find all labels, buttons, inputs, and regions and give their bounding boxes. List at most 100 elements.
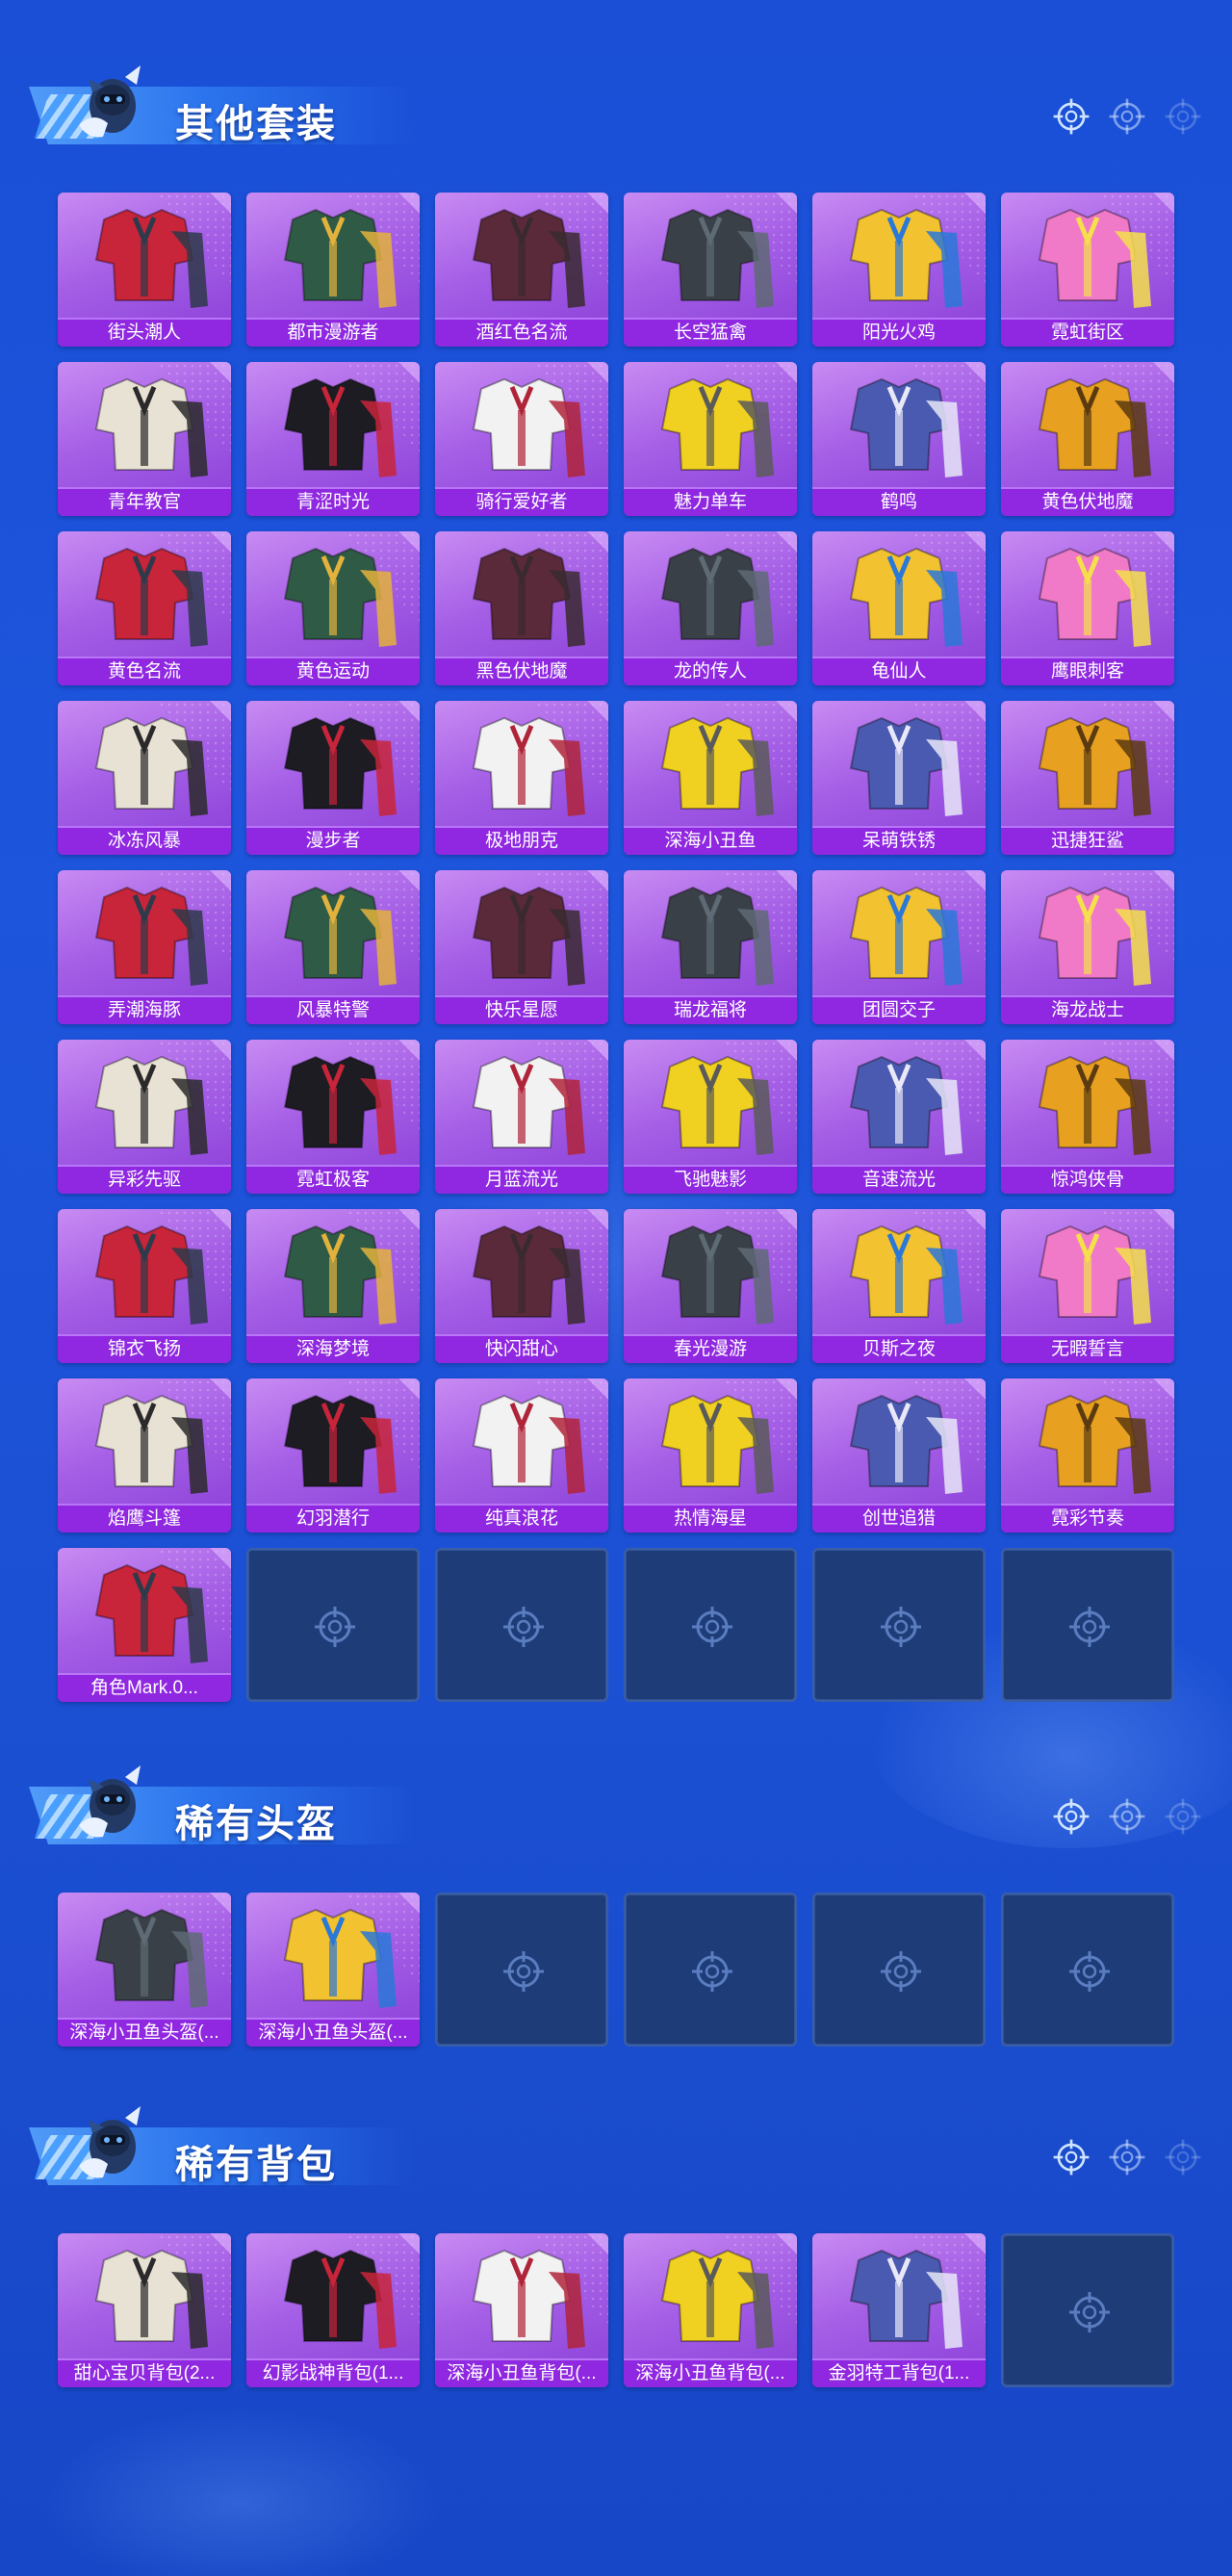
item-card[interactable]: 海龙战士 (1001, 870, 1174, 1024)
item-card[interactable]: 霓彩节奏 (1001, 1378, 1174, 1533)
item-card[interactable]: 快闪甜心 (435, 1209, 608, 1363)
item-card[interactable]: 团圆交子 (812, 870, 986, 1024)
item-label: 阳光火鸡 (812, 318, 986, 347)
item-image (849, 1224, 962, 1325)
item-image (660, 1055, 774, 1155)
item-image (1038, 886, 1151, 986)
crosshair-icon (692, 1607, 732, 1647)
mascot-icon (79, 1765, 141, 1838)
item-card[interactable]: 鹤鸣 (812, 362, 986, 516)
crosshair-icon (1165, 2139, 1201, 2176)
crosshair-icon (1165, 98, 1201, 135)
item-card[interactable]: 龙的传人 (624, 531, 797, 685)
item-card[interactable]: 无暇誓言 (1001, 1209, 1174, 1363)
item-card[interactable]: 创世追猎 (812, 1378, 986, 1533)
item-card[interactable]: 冰冻风暴 (58, 701, 231, 855)
item-image (283, 377, 397, 477)
item-label: 快乐星愿 (435, 995, 608, 1024)
item-card[interactable]: 青年教官 (58, 362, 231, 516)
item-card[interactable]: 骑行爱好者 (435, 362, 608, 516)
item-label: 霓虹街区 (1001, 318, 1174, 347)
item-card[interactable]: 漫步者 (246, 701, 420, 855)
item-image (660, 716, 774, 816)
item-card[interactable]: 纯真浪花 (435, 1378, 608, 1533)
item-card[interactable]: 深海梦境 (246, 1209, 420, 1363)
item-card[interactable]: 都市漫游者 (246, 193, 420, 347)
item-card[interactable]: 深海小丑鱼头盔(... (246, 1893, 420, 2047)
item-card[interactable]: 阳光火鸡 (812, 193, 986, 347)
item-image (660, 377, 774, 477)
item-image (283, 1394, 397, 1494)
section-title: 稀有背包 (175, 2144, 337, 2186)
item-image (660, 208, 774, 308)
item-card[interactable]: 锦衣飞扬 (58, 1209, 231, 1363)
item-card[interactable]: 霓虹街区 (1001, 193, 1174, 347)
item-image (660, 1224, 774, 1325)
crosshair-icon (1069, 1607, 1110, 1647)
item-image (1038, 1055, 1151, 1155)
item-card[interactable]: 深海小丑鱼背包(... (435, 2233, 608, 2387)
item-card[interactable]: 深海小丑鱼 (624, 701, 797, 855)
item-image (1038, 1394, 1151, 1494)
item-image (94, 1055, 208, 1155)
item-image (849, 547, 962, 647)
item-label: 龙的传人 (624, 657, 797, 685)
item-card[interactable]: 飞驰魅影 (624, 1040, 797, 1194)
item-card[interactable]: 贝斯之夜 (812, 1209, 986, 1363)
item-card[interactable]: 幻影战神背包(1... (246, 2233, 420, 2387)
item-card[interactable]: 焰鹰斗篷 (58, 1378, 231, 1533)
item-card[interactable]: 龟仙人 (812, 531, 986, 685)
item-image (94, 886, 208, 986)
item-card[interactable]: 音速流光 (812, 1040, 986, 1194)
item-label: 深海梦境 (246, 1334, 420, 1363)
item-label: 贝斯之夜 (812, 1334, 986, 1363)
item-card[interactable]: 呆萌铁锈 (812, 701, 986, 855)
crosshair-icon (503, 1607, 544, 1647)
item-card[interactable]: 深海小丑鱼背包(... (624, 2233, 797, 2387)
item-label: 青涩时光 (246, 487, 420, 516)
section-rare-helmets: 稀有头盔 深海小丑鱼头盔(... 深海小丑鱼头盔(... (0, 1758, 1232, 2047)
item-card[interactable]: 魅力单车 (624, 362, 797, 516)
item-card[interactable]: 迅捷狂鲨 (1001, 701, 1174, 855)
item-card[interactable]: 热情海星 (624, 1378, 797, 1533)
item-card[interactable]: 黄色伏地魔 (1001, 362, 1174, 516)
item-card[interactable]: 酒红色名流 (435, 193, 608, 347)
item-image (472, 1055, 585, 1155)
item-card[interactable]: 幻羽潜行 (246, 1378, 420, 1533)
item-card[interactable]: 黄色运动 (246, 531, 420, 685)
item-card[interactable]: 月蓝流光 (435, 1040, 608, 1194)
crosshair-icon (692, 1951, 732, 1992)
item-card[interactable]: 长空猛禽 (624, 193, 797, 347)
item-card[interactable]: 异彩先驱 (58, 1040, 231, 1194)
item-image (94, 1224, 208, 1325)
item-label: 飞驰魅影 (624, 1165, 797, 1194)
item-card[interactable]: 黄色名流 (58, 531, 231, 685)
item-card[interactable]: 快乐星愿 (435, 870, 608, 1024)
item-card[interactable]: 弄潮海豚 (58, 870, 231, 1024)
item-label: 深海小丑鱼背包(... (435, 2358, 608, 2387)
item-label: 呆萌铁锈 (812, 826, 986, 855)
item-card[interactable]: 春光漫游 (624, 1209, 797, 1363)
item-card[interactable]: 金羽特工背包(1... (812, 2233, 986, 2387)
item-card[interactable]: 甜心宝贝背包(2... (58, 2233, 231, 2387)
item-card[interactable]: 瑞龙福将 (624, 870, 797, 1024)
item-label: 深海小丑鱼背包(... (624, 2358, 797, 2387)
item-card[interactable]: 青涩时光 (246, 362, 420, 516)
section-other-outfits: 其他套装 街头潮人 都市漫游者 酒红色名流 长空猛禽 阳光火鸡 霓虹街区 青年教官 青涩时光骑… (0, 58, 1232, 1702)
item-card[interactable]: 黑色伏地魔 (435, 531, 608, 685)
item-card[interactable]: 惊鸿侠骨 (1001, 1040, 1174, 1194)
item-card[interactable]: 风暴特警 (246, 870, 420, 1024)
item-image (283, 547, 397, 647)
item-label: 纯真浪花 (435, 1504, 608, 1533)
item-card[interactable]: 角色Mark.0... (58, 1548, 231, 1702)
item-grid: 甜心宝贝背包(2... 幻影战神背包(1... 深海小丑鱼背包(... 深海小丑鱼背包… (58, 2233, 1174, 2387)
item-card[interactable]: 霓虹极客 (246, 1040, 420, 1194)
item-card[interactable]: 街头潮人 (58, 193, 231, 347)
item-image (849, 208, 962, 308)
item-label: 风暴特警 (246, 995, 420, 1024)
item-card[interactable]: 鹰眼刺客 (1001, 531, 1174, 685)
item-card[interactable]: 深海小丑鱼头盔(... (58, 1893, 231, 2047)
item-card[interactable]: 极地朋克 (435, 701, 608, 855)
item-label: 酒红色名流 (435, 318, 608, 347)
section-header: 稀有背包 (0, 2099, 1232, 2204)
